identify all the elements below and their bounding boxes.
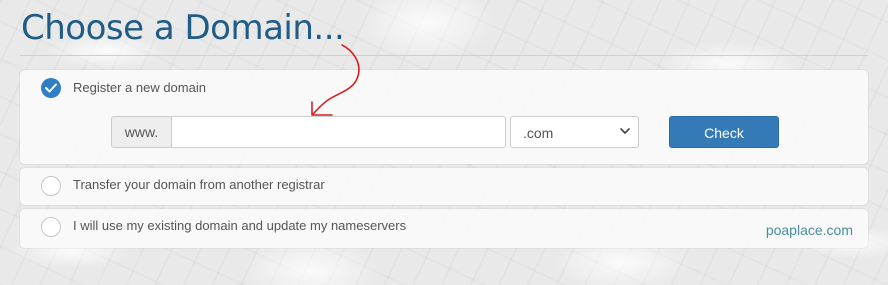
www-prefix: www. xyxy=(111,116,172,148)
register-radio[interactable] xyxy=(41,78,61,98)
page-title: Choose a Domain... xyxy=(21,8,345,48)
chevron-down-icon xyxy=(620,128,630,134)
checkmark-icon xyxy=(45,83,57,93)
option-card-register[interactable]: Register a new domain www. .com Check xyxy=(20,70,868,164)
register-label: Register a new domain xyxy=(73,80,206,95)
domain-name-input[interactable] xyxy=(172,116,506,148)
title-divider xyxy=(20,55,868,56)
tld-selected-value: .com xyxy=(523,125,554,141)
check-button[interactable]: Check xyxy=(669,116,779,148)
option-card-transfer[interactable]: Transfer your domain from another regist… xyxy=(20,168,868,205)
transfer-radio[interactable] xyxy=(41,176,61,196)
watermark-text: poaplace.com xyxy=(765,222,853,238)
existing-domain-radio[interactable] xyxy=(41,217,61,237)
option-card-existing[interactable]: I will use my existing domain and update… xyxy=(20,209,868,248)
tld-select[interactable]: .com xyxy=(510,116,639,148)
transfer-label: Transfer your domain from another regist… xyxy=(73,177,325,192)
existing-domain-label: I will use my existing domain and update… xyxy=(73,218,407,233)
